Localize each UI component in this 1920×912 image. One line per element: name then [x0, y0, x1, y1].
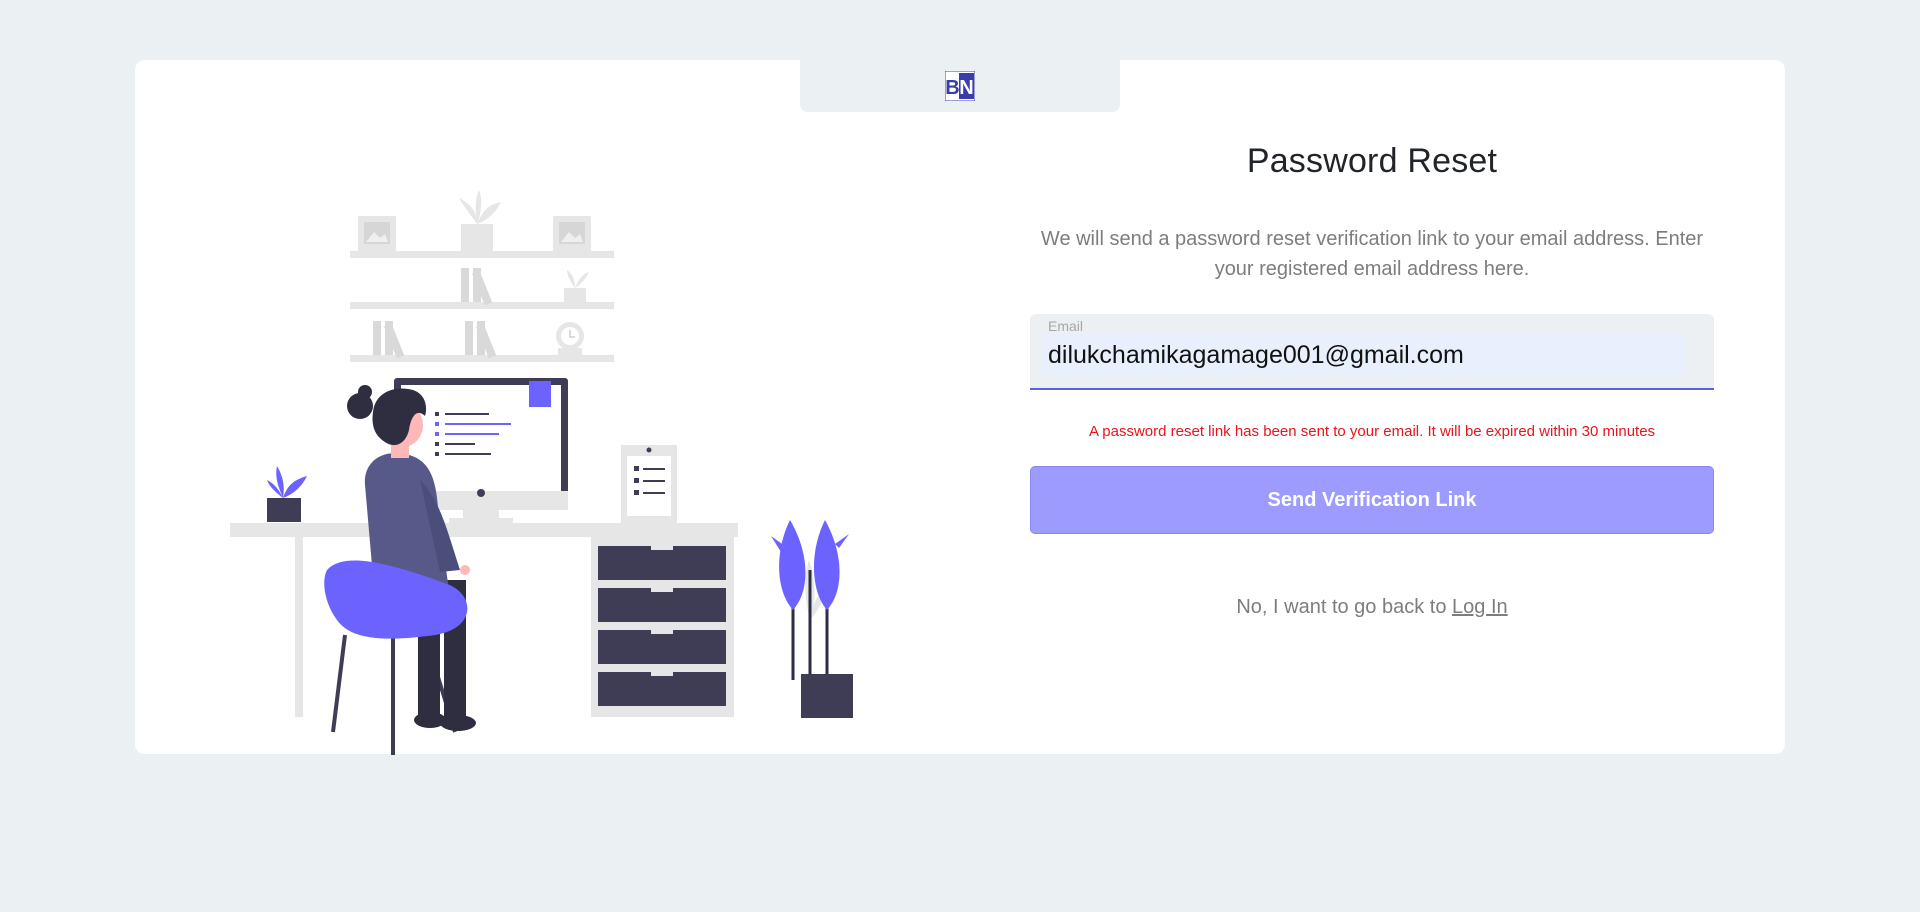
- email-label: Email: [1048, 318, 1084, 334]
- email-field[interactable]: Email: [1030, 314, 1714, 390]
- back-to-login: No, I want to go back to Log In: [1030, 596, 1714, 619]
- logo-letter-n: N: [959, 77, 973, 99]
- brand-logo-icon: B N: [945, 71, 975, 101]
- desk-plant: [267, 466, 307, 522]
- instructions-text: We will send a password reset verificati…: [1040, 228, 1704, 280]
- clipboard: [621, 445, 677, 523]
- login-link[interactable]: Log In: [1452, 596, 1508, 618]
- logo-letter-b: B: [945, 77, 959, 99]
- person-at-desk-illustration: [230, 190, 853, 755]
- page-title: Password Reset: [1246, 142, 1498, 180]
- floor-plant: [771, 520, 853, 718]
- status-message: A password reset link has been sent to y…: [1088, 423, 1656, 440]
- send-verification-link-button[interactable]: Send Verification Link: [1030, 466, 1714, 534]
- shelves: [350, 190, 614, 362]
- email-input[interactable]: [1042, 334, 1684, 376]
- logo-tab: B N: [800, 60, 1120, 112]
- desk: [230, 523, 738, 717]
- back-text: No, I want to go back to: [1236, 596, 1447, 618]
